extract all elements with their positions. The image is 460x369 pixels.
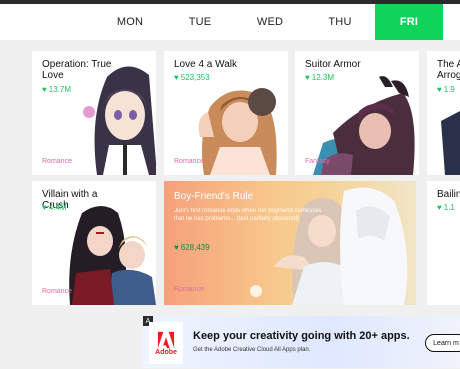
- feature-description: Juni's first romance ends when her boyfr…: [174, 208, 322, 222]
- heart-icon: ♥: [437, 85, 442, 94]
- likes-count: ♥ 1.1: [437, 203, 455, 212]
- adobe-logo-icon: [157, 331, 175, 348]
- cover-art: [198, 88, 277, 175]
- tab-mon[interactable]: MON: [99, 4, 161, 40]
- likes-count: ♥ 523,353: [174, 73, 210, 82]
- cover-art: [250, 187, 408, 305]
- card-title: Bailin: [437, 189, 460, 200]
- featured-card-boy-friends-rule[interactable]: Boy-Friend's Rule Juni's first romance e…: [164, 181, 416, 305]
- likes-count: ♥ 12.3M: [305, 73, 334, 82]
- ad-headline: Keep your creativity going with 20+ apps…: [193, 330, 410, 342]
- heart-icon: ♥: [174, 243, 179, 252]
- adobe-wordmark: Adobe: [155, 348, 177, 356]
- card-bailing[interactable]: Bailin ♥ 1.1: [427, 181, 460, 305]
- genre-label: Romance: [174, 158, 204, 165]
- likes-count: ♥ 4.4M: [42, 203, 67, 212]
- heart-icon: ♥: [437, 203, 442, 212]
- card-title: Love 4 a Walk: [174, 59, 237, 70]
- card-suitor-armor[interactable]: Suitor Armor ♥ 12.3M Fantasy: [295, 51, 419, 175]
- genre-label: Romance: [174, 286, 204, 293]
- card-title: Operation: True Love: [42, 59, 112, 81]
- day-tab-bar: MON TUE WED THU FRI: [0, 0, 460, 40]
- genre-label: Romance: [42, 288, 72, 295]
- cover-art: [441, 111, 460, 175]
- learn-more-button[interactable]: Learn m: [425, 334, 460, 352]
- tab-wed[interactable]: WED: [239, 4, 301, 40]
- genre-label: Fantasy: [305, 158, 330, 165]
- tab-tue[interactable]: TUE: [169, 4, 231, 40]
- card-love-4-a-walk[interactable]: Love 4 a Walk ♥ 523,353 Romance: [164, 51, 288, 175]
- card-operation-true-love[interactable]: Operation: True Love ♥ 13.7M Romance: [32, 51, 156, 175]
- likes-count: ♥ 628,439: [174, 243, 210, 252]
- feature-title: Boy-Friend's Rule: [174, 191, 254, 202]
- genre-label: Romance: [42, 158, 72, 165]
- tab-fri[interactable]: FRI: [375, 4, 443, 40]
- heart-icon: ♥: [174, 73, 179, 82]
- card-villain-with-a-crush[interactable]: Villain with a Crush ♥ 4.4M Romance: [32, 181, 156, 305]
- tab-thu[interactable]: THU: [309, 4, 371, 40]
- adobe-ad-banner[interactable]: A Adobe Keep your creativity going with …: [143, 316, 460, 368]
- cover-art: [69, 206, 156, 305]
- adobe-logo: Adobe: [149, 322, 183, 364]
- likes-count: ♥ 1.9: [437, 85, 455, 94]
- likes-count: ♥ 13.7M: [42, 85, 71, 94]
- card-title: The A Arrog: [437, 59, 460, 81]
- ad-subtext: Get the Adobe Creative Cloud All Apps pl…: [193, 347, 311, 353]
- heart-icon: ♥: [42, 203, 47, 212]
- card-the-arrog[interactable]: The A Arrog ♥ 1.9: [427, 51, 460, 175]
- heart-icon: ♥: [42, 85, 47, 94]
- card-title: Suitor Armor: [305, 59, 361, 70]
- heart-icon: ♥: [305, 73, 310, 82]
